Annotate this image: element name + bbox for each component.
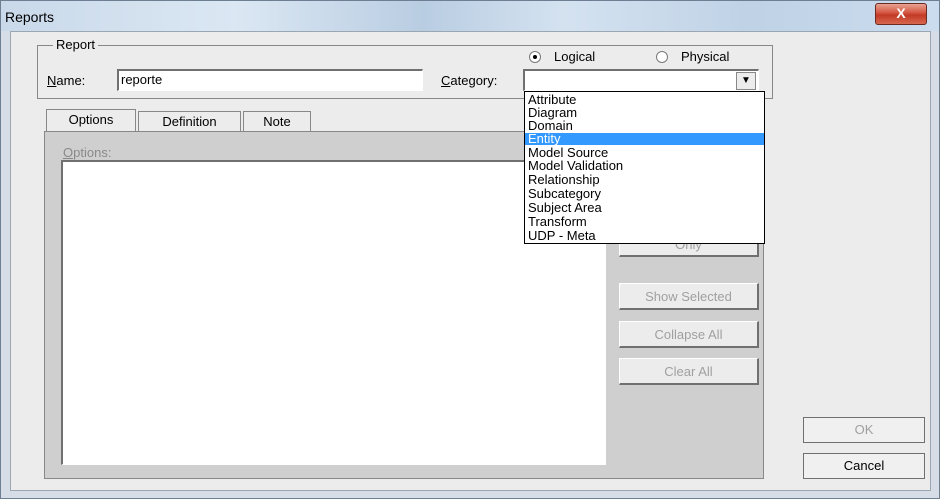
dropdown-item-subcategory[interactable]: Subcategory bbox=[525, 187, 764, 200]
close-icon: X bbox=[896, 5, 906, 21]
show-selected-button[interactable]: Show Selected bbox=[619, 283, 759, 310]
category-dropdown-list: Attribute Diagram Domain Entity Model So… bbox=[524, 91, 765, 244]
logical-radio[interactable] bbox=[529, 51, 541, 63]
category-dropdown-button[interactable]: ▼ bbox=[736, 72, 756, 90]
name-input[interactable]: reporte bbox=[117, 69, 423, 91]
tab-options[interactable]: Options bbox=[46, 109, 136, 132]
physical-radio[interactable] bbox=[656, 51, 668, 63]
tab-definition[interactable]: Definition bbox=[138, 111, 241, 131]
category-label: Category: bbox=[441, 73, 498, 88]
report-group-legend: Report bbox=[53, 37, 99, 52]
window-title: Reports bbox=[5, 9, 55, 25]
options-label: Options: bbox=[63, 145, 112, 160]
dropdown-item-model-validation[interactable]: Model Validation bbox=[525, 159, 764, 172]
logical-radio-label[interactable]: Logical bbox=[554, 49, 595, 64]
title-bar: Reports X bbox=[1, 1, 939, 31]
collapse-all-button[interactable]: Collapse All bbox=[619, 321, 759, 348]
chevron-down-icon: ▼ bbox=[741, 75, 751, 86]
dropdown-item-subject-area[interactable]: Subject Area bbox=[525, 201, 764, 214]
close-button[interactable]: X bbox=[875, 3, 927, 25]
name-label: Name: bbox=[47, 73, 86, 88]
dropdown-item-udp-meta[interactable]: UDP - Meta bbox=[525, 229, 764, 242]
ok-button[interactable]: OK bbox=[803, 417, 925, 443]
clear-all-button[interactable]: Clear All bbox=[619, 358, 759, 385]
reports-dialog: Reports X Report Name: reporte Logical P… bbox=[0, 0, 940, 499]
name-input-value: reporte bbox=[121, 72, 163, 87]
physical-radio-label[interactable]: Physical bbox=[681, 49, 729, 64]
dropdown-item-entity[interactable]: Entity bbox=[525, 132, 764, 145]
dropdown-item-relationship[interactable]: Relationship bbox=[525, 173, 764, 186]
category-combobox[interactable] bbox=[523, 69, 759, 91]
tab-note[interactable]: Note bbox=[243, 111, 311, 131]
cancel-button[interactable]: Cancel bbox=[803, 453, 925, 479]
dropdown-item-transform[interactable]: Transform bbox=[525, 215, 764, 228]
